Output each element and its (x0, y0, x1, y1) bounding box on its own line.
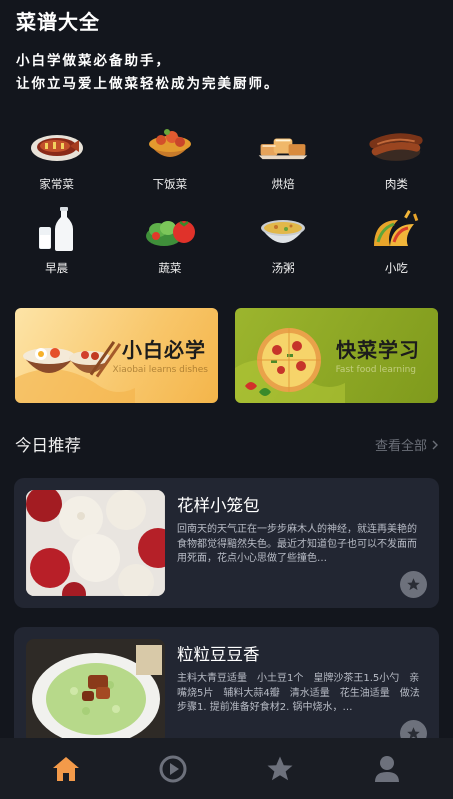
slogan: 小白学做菜必备助手， 让你立马爱上做菜轻松成为完美厨师。 (16, 50, 280, 96)
banner-subtitle: Xiaobai learns dishes (112, 365, 208, 375)
favorite-button[interactable] (400, 571, 427, 598)
category-label: 汤粥 (271, 261, 295, 275)
banner-title: 快菜学习 (336, 338, 420, 362)
banner-title: 小白必学 (122, 338, 206, 362)
app-title: 菜谱大全 (16, 10, 100, 34)
category-item-rice-dishes[interactable]: 下饭菜 (113, 122, 226, 192)
category-label: 家常菜 (39, 177, 74, 191)
recipe-description: 回南天的天气正在一步步麻木人的神经，就连再美艳的食物都觉得黯然失色。最近才知道包… (177, 524, 417, 564)
category-item-home-cooking[interactable]: 家常菜 (0, 122, 113, 192)
category-label: 烘焙 (271, 177, 295, 191)
star-icon (407, 578, 420, 591)
recipe-description: 主料大青豆适量 小土豆1个 皇牌沙茶王1.5小勺 亲嘴烧5片 辅料大蒜4瓣 清水… (177, 673, 420, 713)
bottom-tab-bar (0, 738, 453, 799)
tab-home[interactable] (36, 749, 96, 789)
salad-icon (142, 206, 198, 254)
category-label: 早晨 (45, 261, 69, 275)
recipe-card[interactable]: 花样小笼包 回南天的天气正在一步步麻木人的神经，就连再美艳的食物都觉得黯然失色。… (14, 478, 439, 608)
tab-favorites[interactable] (250, 749, 310, 789)
category-item-soup[interactable]: 汤粥 (227, 206, 340, 276)
category-label: 下饭菜 (152, 177, 188, 191)
banner-beginner[interactable]: 小白必学 Xiaobai learns dishes (15, 308, 218, 403)
category-grid: 家常菜 下饭菜 烘焙 肉类 早晨 蔬菜 汤粥 小吃 (0, 122, 453, 276)
tab-profile[interactable] (357, 749, 417, 789)
banner-pizza-illustration (235, 328, 345, 403)
banner-subtitle: Fast food learning (335, 365, 416, 375)
category-item-baking[interactable]: 烘焙 (227, 122, 340, 192)
slogan-line-2: 让你立马爱上做菜轻松成为完美厨师。 (16, 76, 280, 92)
view-all-label: 查看全部 (374, 439, 427, 454)
view-all-link[interactable]: 查看全部 (375, 435, 439, 454)
home-icon (52, 756, 79, 781)
stew-bowl-icon (142, 122, 198, 170)
section-title: 今日推荐 (15, 436, 81, 455)
recipe-title: 花样小笼包 (177, 496, 260, 515)
category-item-breakfast[interactable]: 早晨 (0, 206, 113, 276)
category-item-snacks[interactable]: 小吃 (340, 206, 453, 276)
play-icon (159, 755, 187, 782)
fish-dish-icon (29, 122, 85, 170)
recipe-thumbnail (26, 639, 165, 745)
category-item-vegetables[interactable]: 蔬菜 (113, 206, 226, 276)
sausage-icon (368, 122, 424, 170)
banner-fast-food[interactable]: 快菜学习 Fast food learning (235, 308, 438, 403)
recipe-thumbnail (26, 490, 165, 596)
user-icon (375, 755, 400, 782)
category-label: 蔬菜 (158, 261, 182, 275)
tab-video[interactable] (143, 749, 203, 789)
recipe-title: 粒粒豆豆香 (177, 645, 260, 664)
banner-food-illustration (15, 341, 135, 403)
baked-pastry-icon (255, 122, 311, 170)
milk-bottle-icon (29, 206, 85, 254)
star-icon (267, 756, 293, 780)
category-label: 小吃 (384, 261, 408, 275)
soup-bowl-icon (255, 206, 311, 254)
chevron-right-icon (432, 440, 438, 449)
slogan-line-1: 小白学做菜必备助手， (16, 53, 171, 69)
taco-icon (368, 206, 424, 254)
category-item-meat[interactable]: 肉类 (340, 122, 453, 192)
category-label: 肉类 (384, 177, 408, 191)
